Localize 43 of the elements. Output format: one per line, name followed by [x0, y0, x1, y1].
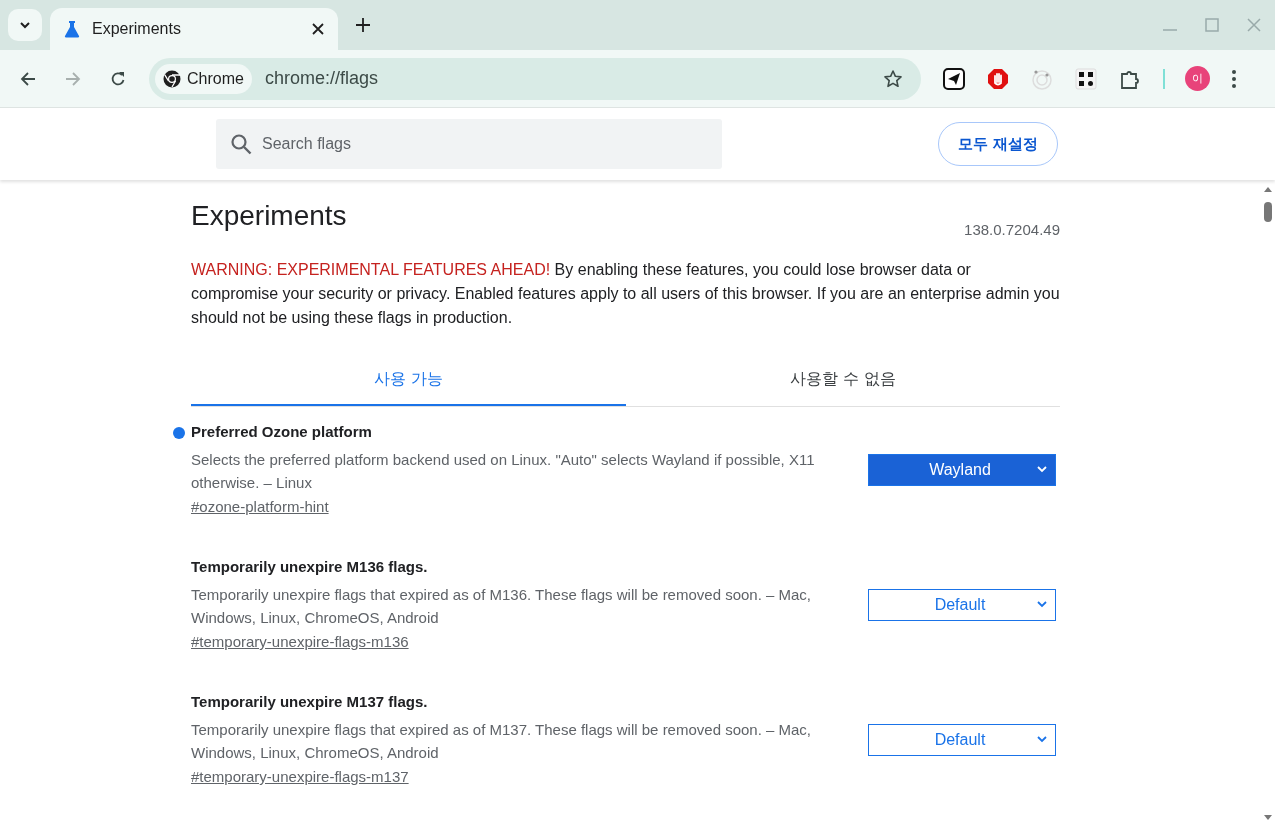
version-number: 138.0.7204.49 — [964, 221, 1060, 238]
flag-title: Temporarily unexpire M137 flags. — [191, 693, 428, 710]
flag-title: Preferred Ozone platform — [191, 423, 372, 440]
back-icon[interactable] — [20, 70, 36, 87]
search-icon — [230, 133, 252, 155]
search-field[interactable]: Search flags — [216, 119, 722, 169]
qr-code-icon[interactable] — [1075, 67, 1097, 90]
flag-link[interactable]: #temporary-unexpire-flags-m137 — [191, 768, 409, 785]
scroll-down-icon[interactable] — [1262, 815, 1273, 821]
page-title: Experiments — [191, 200, 347, 232]
flag-description: Temporarily unexpire flags that expired as of M136. These flags will be removed soon. – Mac, Windows, Linux, ChromeOS, Android — [191, 585, 813, 628]
chevron-down-icon — [1037, 736, 1047, 743]
profile-avatar[interactable]: 이 — [1185, 66, 1210, 91]
flag-link[interactable]: #temporary-unexpire-flags-m136 — [191, 633, 409, 650]
flag-title: Temporarily unexpire M136 flags. — [191, 558, 428, 575]
star-icon[interactable] — [883, 68, 903, 89]
reload-icon[interactable] — [110, 70, 126, 87]
site-chip[interactable]: Chrome — [155, 63, 252, 94]
chevron-down-icon — [1037, 601, 1047, 608]
flask-icon — [64, 20, 80, 38]
flag-description: Temporarily unexpire flags that expired as of M137. These flags will be removed soon. – Mac, Windows, Linux, ChromeOS, Android — [191, 720, 813, 763]
category-tab[interactable]: 사용 가능 — [191, 354, 626, 406]
browser-tab[interactable]: Experiments — [50, 8, 338, 50]
category-tab[interactable]: 사용할 수 없음 — [625, 354, 1060, 406]
scroll-up-icon[interactable] — [1262, 186, 1273, 192]
tab-search-button[interactable] — [8, 9, 42, 41]
flag-dropdown[interactable]: Default — [868, 723, 1056, 756]
close-icon[interactable] — [312, 23, 324, 35]
new-tab-icon[interactable] — [356, 18, 370, 32]
scrollbar-thumb[interactable] — [1263, 202, 1272, 222]
flag-dropdown[interactable]: Default — [868, 588, 1056, 621]
stop-hand-icon[interactable] — [987, 67, 1009, 90]
paper-plane-icon[interactable] — [943, 67, 965, 90]
flag-dropdown[interactable]: Wayland — [868, 453, 1056, 486]
warning-text: WARNING: EXPERIMENTAL FEATURES AHEAD! By enabling these features, you could lose browser data or compromise your security or privacy. Enabled features apply to all users of this browser. If you are an enterprise admin you should not be using these flags in production. — [191, 260, 1060, 328]
chevron-down-icon — [19, 21, 31, 29]
chrome-logo-icon — [163, 69, 181, 88]
reset-all-button[interactable]: 모두 재설정 — [938, 122, 1058, 166]
menu-icon[interactable] — [1232, 69, 1236, 88]
chevron-down-icon — [1037, 466, 1047, 473]
tab-title: Experiments — [92, 20, 182, 38]
flag-link[interactable]: #ozone-platform-hint — [191, 498, 329, 515]
flag-description: Selects the preferred platform backend used on Linux. "Auto" selects Wayland if possible, X11 otherwise. – Linux — [191, 450, 816, 493]
